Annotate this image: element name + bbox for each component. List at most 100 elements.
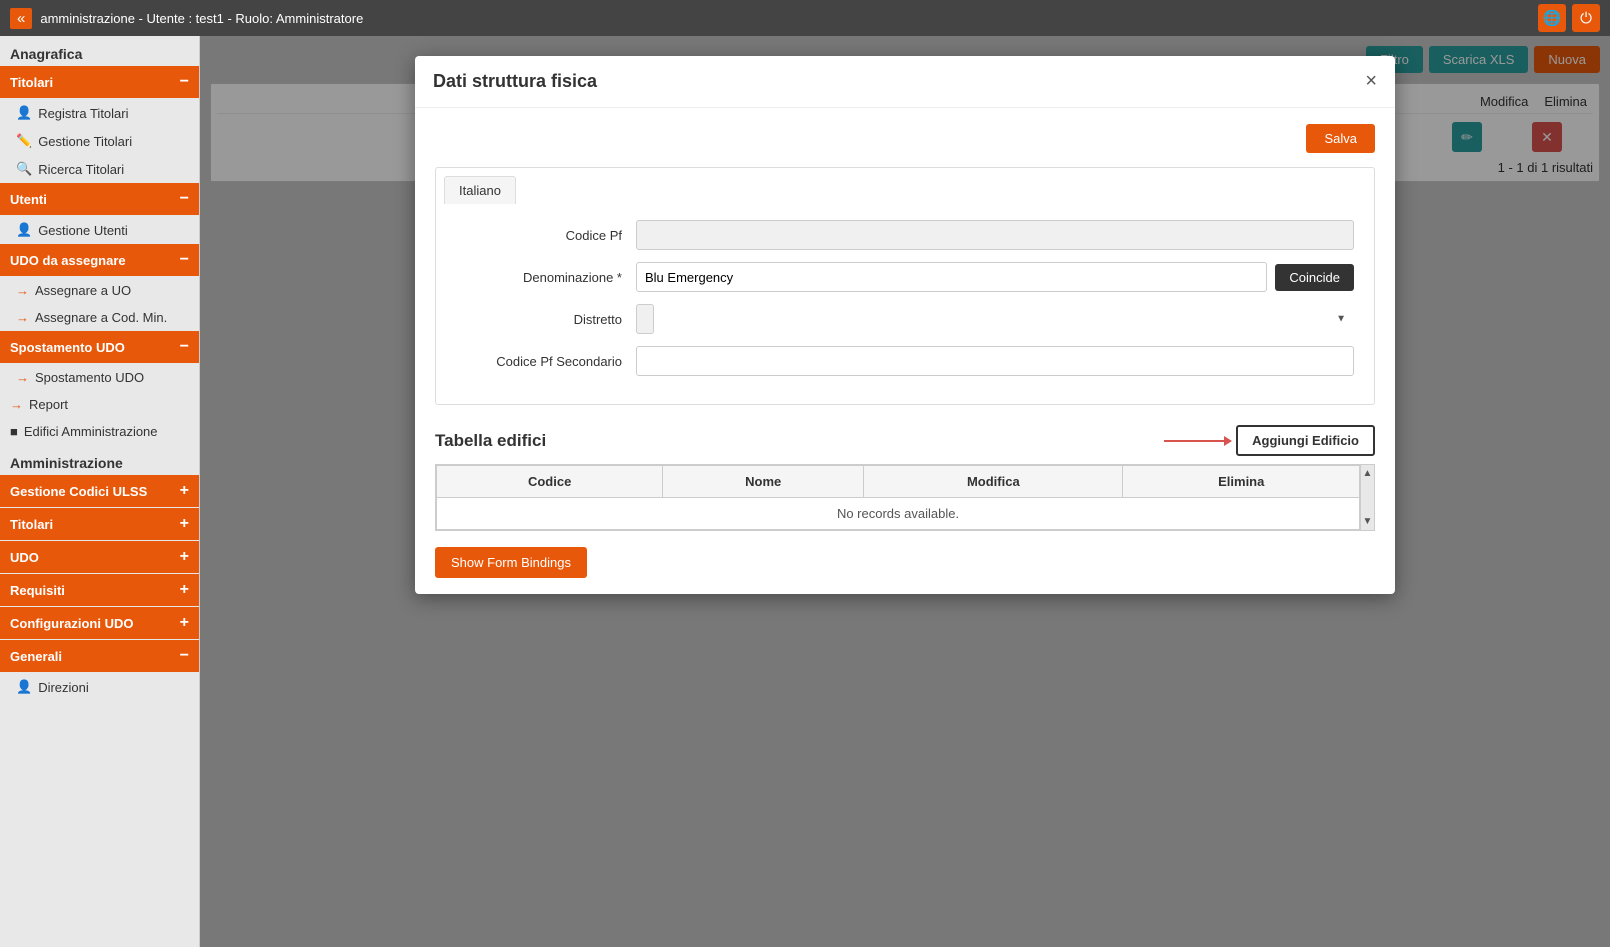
sidebar-group-gestione-codici-label: Gestione Codici ULSS (10, 484, 147, 499)
modal-title: Dati struttura fisica (433, 71, 597, 92)
amministrazione-section-title: Amministrazione (0, 445, 199, 475)
sidebar-group-gestione-toggle: + (180, 482, 189, 500)
arrow-line (1164, 440, 1224, 442)
form-row-codice-pf-secondario: Codice Pf Secondario (456, 346, 1354, 376)
sidebar-item-registra-titolari[interactable]: 👤 Registra Titolari (0, 99, 199, 127)
sidebar-group-configurazioni-label: Configurazioni UDO (10, 616, 134, 631)
sidebar-item-direzioni[interactable]: 👤 Direzioni (0, 673, 199, 701)
aggiungi-edificio-button[interactable]: Aggiungi Edificio (1236, 425, 1375, 456)
sidebar-item-assegnare-cod-label: Assegnare a Cod. Min. (35, 310, 167, 325)
sidebar-item-gestione-label: Gestione Titolari (38, 134, 132, 149)
arrow-icon: → (16, 283, 29, 298)
sidebar-group-gestione-codici[interactable]: Gestione Codici ULSS + (0, 475, 199, 507)
sidebar-group-spostamento[interactable]: Spostamento UDO − (0, 331, 199, 363)
sidebar-group-titolari-admin[interactable]: Titolari + (0, 508, 199, 540)
edifici-col-elimina: Elimina (1123, 466, 1360, 498)
power-icon-button[interactable]: ⏻ (1572, 4, 1600, 32)
topbar-title: amministrazione - Utente : test1 - Ruolo… (40, 11, 363, 26)
modal-header: Dati struttura fisica × (415, 56, 1395, 108)
sidebar-group-requisiti-toggle: + (180, 581, 189, 599)
sidebar-item-direzioni-label: Direzioni (38, 680, 89, 695)
sidebar-group-titolari[interactable]: Titolari − (0, 66, 199, 98)
sidebar-group-udo-admin[interactable]: UDO + (0, 541, 199, 573)
sidebar-group-spostamento-label: Spostamento UDO (10, 340, 125, 355)
coincide-button[interactable]: Coincide (1275, 264, 1354, 291)
main-layout: Anagrafica Titolari − 👤 Registra Titolar… (0, 36, 1610, 947)
sidebar-item-report-label: Report (29, 397, 68, 412)
arrow-icon-4: → (10, 397, 23, 412)
sidebar-group-spostamento-toggle: − (180, 338, 189, 356)
form-panel: Italiano Codice Pf Denominazione * (435, 167, 1375, 405)
codice-pf-input[interactable] (636, 220, 1354, 250)
sidebar-group-udo-admin-label: UDO (10, 550, 39, 565)
aggiungi-wrapper: Aggiungi Edificio (1164, 425, 1375, 456)
sidebar-group-generali[interactable]: Generali − (0, 640, 199, 672)
distretto-select[interactable] (636, 304, 654, 334)
form-content: Codice Pf Denominazione * Coincide (436, 204, 1374, 404)
sidebar-item-assegnare-cod[interactable]: → Assegnare a Cod. Min. (0, 304, 199, 331)
table-scrollbar[interactable]: ▲ ▼ (1360, 465, 1374, 530)
codice-pf-secondario-input[interactable] (636, 346, 1354, 376)
sidebar-item-ricerca-titolari[interactable]: 🔍 Ricerca Titolari (0, 155, 199, 183)
save-button[interactable]: Salva (1306, 124, 1375, 153)
sidebar-group-generali-toggle: − (180, 647, 189, 665)
sidebar-group-titolari-label: Titolari (10, 75, 53, 90)
sidebar-item-edifici[interactable]: ■ Edifici Amministrazione (0, 418, 199, 445)
form-tab-italiano[interactable]: Italiano (444, 176, 516, 204)
sidebar-item-gestione-titolari[interactable]: ✏️ Gestione Titolari (0, 127, 199, 155)
modal-body: Salva Italiano Codice Pf (415, 108, 1395, 594)
tabella-edifici-title: Tabella edifici (435, 431, 546, 451)
sidebar-group-titolari-admin-label: Titolari (10, 517, 53, 532)
scroll-up-arrow[interactable]: ▲ (1361, 465, 1374, 482)
form-row-distretto: Distretto (456, 304, 1354, 334)
form-row-codice-pf: Codice Pf (456, 220, 1354, 250)
sidebar-group-utenti[interactable]: Utenti − (0, 183, 199, 215)
search-icon: 🔍 (16, 161, 32, 177)
edifici-table-wrapper: Codice Nome Modifica Elimina No records … (435, 464, 1375, 531)
sidebar-item-spostamento-udo[interactable]: → Spostamento UDO (0, 364, 199, 391)
edifici-table-head: Codice Nome Modifica Elimina (437, 466, 1360, 498)
codice-pf-secondario-label: Codice Pf Secondario (456, 354, 636, 369)
topbar-icons: 🌐 ⏻ (1538, 4, 1600, 32)
codice-pf-label: Codice Pf (456, 228, 636, 243)
form-row-denominazione: Denominazione * Coincide (456, 262, 1354, 292)
sidebar-group-configurazioni[interactable]: Configurazioni UDO + (0, 607, 199, 639)
sidebar-item-registra-label: Registra Titolari (38, 106, 128, 121)
edifici-table: Codice Nome Modifica Elimina No records … (436, 465, 1360, 530)
user-icon: 👤 (16, 222, 32, 238)
sidebar-group-titolari-admin-toggle: + (180, 515, 189, 533)
modal-overlay: Dati struttura fisica × Salva Italiano (200, 36, 1610, 947)
building-icon: ■ (10, 424, 18, 439)
sidebar-item-assegnare-uo[interactable]: → Assegnare a UO (0, 277, 199, 304)
person-icon: 👤 (16, 105, 32, 121)
sidebar-item-gestione-utenti-label: Gestione Utenti (38, 223, 128, 238)
topbar-back-button[interactable]: « (10, 8, 32, 29)
sidebar-group-configurazioni-toggle: + (180, 614, 189, 632)
globe-icon-button[interactable]: 🌐 (1538, 4, 1566, 32)
sidebar: Anagrafica Titolari − 👤 Registra Titolar… (0, 36, 200, 947)
modal-dati-struttura: Dati struttura fisica × Salva Italiano (415, 56, 1395, 594)
sidebar-group-udo-toggle: − (180, 251, 189, 269)
edifici-table-header-row: Codice Nome Modifica Elimina (437, 466, 1360, 498)
sidebar-group-udo-admin-toggle: + (180, 548, 189, 566)
edifici-table-body: No records available. (437, 498, 1360, 530)
sidebar-group-utenti-toggle: − (180, 190, 189, 208)
distretto-label: Distretto (456, 312, 636, 327)
edifici-col-nome: Nome (663, 466, 864, 498)
scroll-down-arrow[interactable]: ▼ (1361, 513, 1374, 530)
edit-icon: ✏️ (16, 133, 32, 149)
show-form-bindings-button[interactable]: Show Form Bindings (435, 547, 587, 578)
sidebar-item-assegnare-uo-label: Assegnare a UO (35, 283, 131, 298)
modal-close-button[interactable]: × (1365, 70, 1377, 93)
sidebar-group-requisiti[interactable]: Requisiti + (0, 574, 199, 606)
sidebar-group-utenti-label: Utenti (10, 192, 47, 207)
anagrafica-section-title: Anagrafica (0, 36, 199, 66)
sidebar-item-spostamento-label: Spostamento UDO (35, 370, 144, 385)
edifici-col-codice: Codice (437, 466, 663, 498)
sidebar-item-report[interactable]: → Report (0, 391, 199, 418)
denominazione-input[interactable] (636, 262, 1267, 292)
sidebar-item-ricerca-label: Ricerca Titolari (38, 162, 124, 177)
sidebar-group-udo-assegnare[interactable]: UDO da assegnare − (0, 244, 199, 276)
sidebar-item-gestione-utenti[interactable]: 👤 Gestione Utenti (0, 216, 199, 244)
sidebar-item-edifici-label: Edifici Amministrazione (24, 424, 158, 439)
